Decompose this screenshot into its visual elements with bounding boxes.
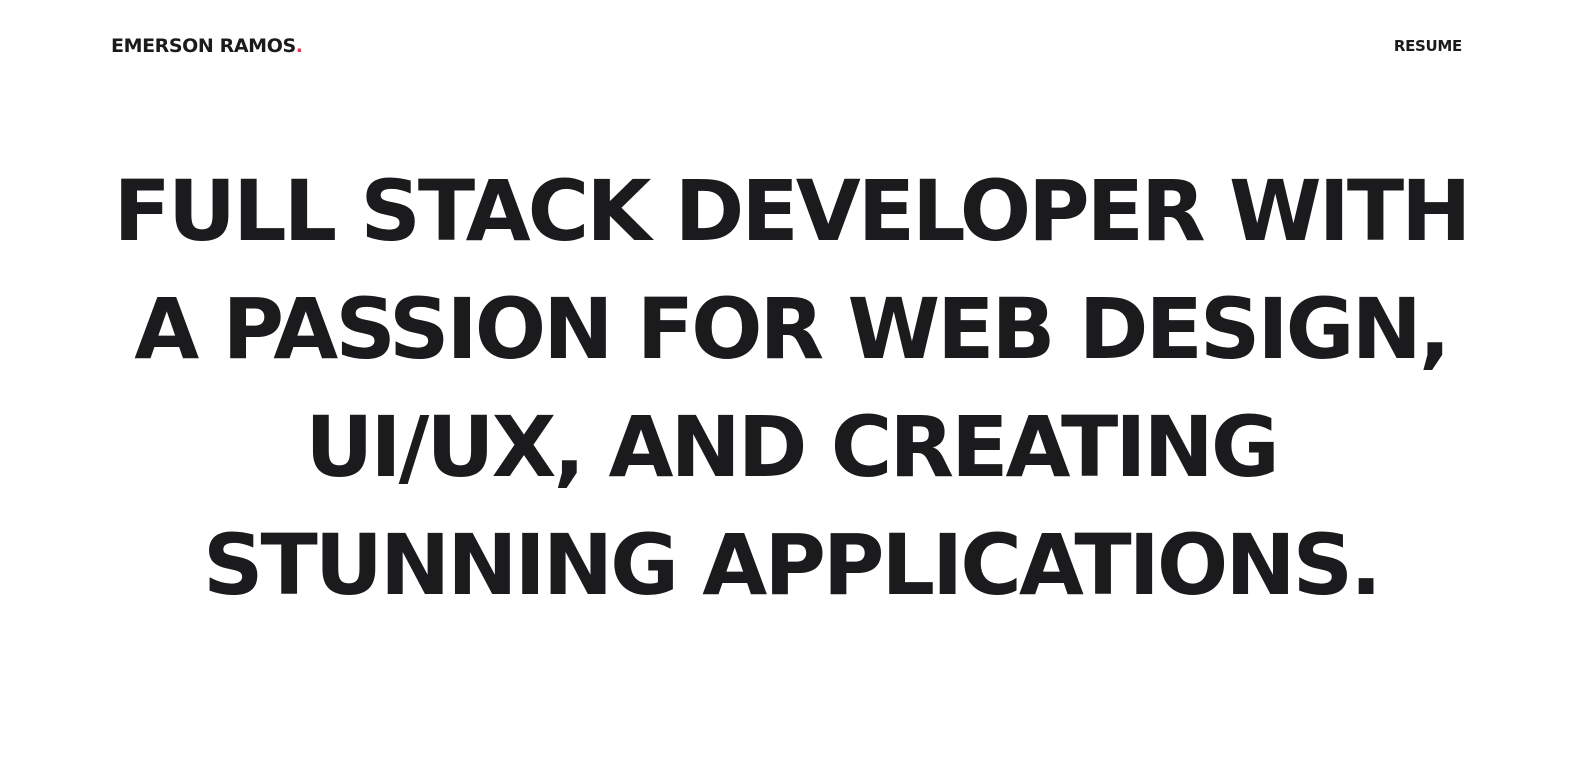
hero-line-4: STUNNING APPLICATIONS.	[202, 516, 1382, 614]
hero-line-3: UI/UX, AND CREATING	[305, 398, 1280, 496]
hero-line-2: A PASSION FOR WEB DESIGN,	[134, 280, 1451, 378]
top-navigation: EMERSON RAMOS. RESUME	[0, 0, 1582, 92]
logo-name: EMERSON RAMOS	[111, 35, 296, 57]
site-logo[interactable]: EMERSON RAMOS.	[111, 34, 303, 58]
resume-link[interactable]: RESUME	[1394, 36, 1462, 56]
hero-headline: FULL STACK DEVELOPER WITH A PASSION FOR …	[50, 152, 1532, 624]
hero-section: FULL STACK DEVELOPER WITH A PASSION FOR …	[50, 152, 1532, 624]
hero-line-1: FULL STACK DEVELOPER WITH	[113, 162, 1472, 260]
logo-accent-dot: .	[295, 35, 303, 57]
